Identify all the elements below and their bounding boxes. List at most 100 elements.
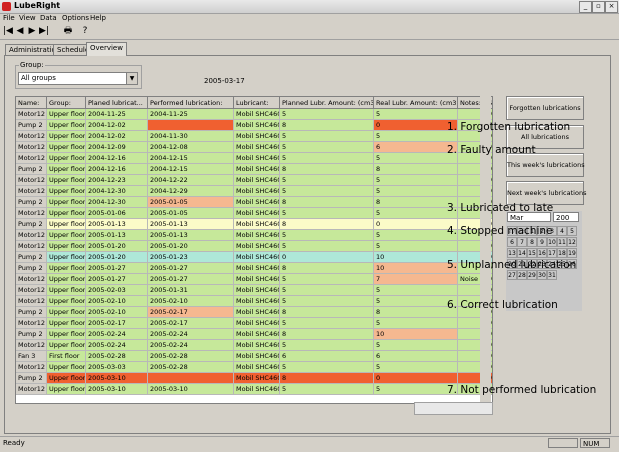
calendar-day[interactable]: 11: [557, 237, 567, 247]
column-header[interactable]: Name:: [16, 97, 47, 109]
group-select[interactable]: All groups ▼: [18, 72, 138, 85]
menu-help[interactable]: Help: [90, 14, 106, 22]
table-cell-lubricant: Mobil SHC460: [234, 274, 280, 285]
calendar-day[interactable]: 17: [547, 248, 557, 258]
table-row[interactable]: Motor12 Upper floor 2004-12-23 2004-12-22 Mo…: [16, 175, 492, 186]
maximize-button[interactable]: ▫: [592, 1, 605, 13]
menu-data[interactable]: Data: [40, 14, 57, 22]
table-cell-group: Upper floor: [47, 362, 86, 373]
this-weeks-lubrications-button[interactable]: This week's lubrications: [506, 153, 585, 177]
table-cell-performed: 2005-01-13: [148, 219, 234, 230]
table-row[interactable]: Motor12 Upper floor 2005-01-13 2005-01-13 Mo…: [16, 230, 492, 241]
calendar-day[interactable]: 12: [567, 237, 577, 247]
table-cell-performed: 2005-02-17: [148, 318, 234, 329]
table-cell-plan-amt: 5: [280, 241, 374, 252]
calendar-day[interactable]: 18: [557, 248, 567, 258]
table-cell-lubricant: Mobil SHC460: [234, 362, 280, 373]
column-header[interactable]: Lubricant:: [234, 97, 280, 109]
chevron-down-icon[interactable]: ▼: [126, 73, 137, 84]
table-row[interactable]: Motor12 Upper floor 2005-03-10 2005-03-10 Mo…: [16, 384, 492, 395]
table-row[interactable]: Motor12 Upper floor 2004-11-25 2004-11-25 Mo…: [16, 109, 492, 120]
table-row[interactable]: Motor12 Upper floor 2005-01-27 2005-01-27 Mo…: [16, 274, 492, 285]
column-header[interactable]: Planned Lubr. Amount: (cm3):: [280, 97, 374, 109]
table-row[interactable]: Motor12 Upper floor 2005-01-06 2005-01-05 Mo…: [16, 208, 492, 219]
menu-file[interactable]: File: [3, 14, 15, 22]
column-header[interactable]: Planed lubricat...: [86, 97, 148, 109]
table-row[interactable]: Motor12 Upper floor 2004-12-02 2004-11-30 Mo…: [16, 131, 492, 142]
table-row[interactable]: Motor12 Upper floor 2004-12-16 2004-12-15 Mo…: [16, 153, 492, 164]
table-row[interactable]: Motor12 Upper floor 2004-12-30 2004-12-29 Mo…: [16, 186, 492, 197]
table-row[interactable]: Pump 2 Upper floor 2004-12-16 2004-12-15 Mob…: [16, 164, 492, 175]
table-cell-performed: 2004-12-15: [148, 153, 234, 164]
calendar-day[interactable]: 16: [537, 248, 547, 258]
first-record-icon[interactable]: |◀: [3, 26, 13, 36]
vertical-scrollbar[interactable]: [480, 96, 491, 402]
table-row[interactable]: Motor12 Upper floor 2005-03-03 2005-02-28 Mo…: [16, 362, 492, 373]
annotation-late: 3. Lubricated to late: [447, 202, 554, 214]
last-record-icon[interactable]: ▶|: [39, 26, 49, 36]
table-row[interactable]: Pump 2 Upper floor 2004-12-30 2005-01-05 Mob…: [16, 197, 492, 208]
table-row[interactable]: Motor12 Upper floor 2005-02-17 2005-02-17 Mo…: [16, 318, 492, 329]
calendar-day[interactable]: 31: [547, 270, 557, 280]
date-label: 2005-03-17: [204, 77, 245, 85]
table-cell-group: Upper floor: [47, 340, 86, 351]
prev-record-icon[interactable]: ◀: [15, 26, 25, 36]
horizontal-scrollbar[interactable]: [414, 402, 493, 415]
table-row[interactable]: Pump 2 Upper floor 2005-01-27 2005-01-27 Mob…: [16, 263, 492, 274]
column-header[interactable]: Performed lubrication:: [148, 97, 234, 109]
table-row[interactable]: Motor12 Upper floor 2005-01-20 2005-01-20 Mo…: [16, 241, 492, 252]
table-row[interactable]: Motor12 Upper floor 2005-02-03 2005-01-31 Mo…: [16, 285, 492, 296]
calendar-day[interactable]: 9: [537, 237, 547, 247]
calendar-day[interactable]: 5: [567, 226, 577, 236]
forgotten-lubrications-button[interactable]: Forgotten lubrications: [506, 96, 584, 120]
table-cell-performed: 2005-01-05: [148, 208, 234, 219]
calendar-day[interactable]: 13: [507, 248, 517, 258]
column-header[interactable]: Group:: [47, 97, 86, 109]
table-cell-plan-amt: 5: [280, 109, 374, 120]
table-row[interactable]: Pump 2 Upper floor 2005-03-10 Mobil SHC460 8…: [16, 373, 492, 384]
table-cell-performed: 2005-02-10: [148, 296, 234, 307]
calendar-day[interactable]: 14: [517, 248, 527, 258]
table-row[interactable]: Pump 2 Upper floor 2004-12-02 Mobil SHC460 8…: [16, 120, 492, 131]
print-icon[interactable]: 🖶: [63, 26, 73, 36]
calendar-day[interactable]: 19: [567, 248, 577, 258]
calendar-day[interactable]: 4: [557, 226, 567, 236]
table-cell-planned: 2004-12-16: [86, 153, 148, 164]
tab-overview[interactable]: Overview: [86, 42, 127, 56]
table-row[interactable]: Motor12 Upper floor 2005-02-10 2005-02-10 Mo…: [16, 296, 492, 307]
minimize-button[interactable]: _: [579, 1, 592, 13]
calendar-day[interactable]: 8: [527, 237, 537, 247]
calendar-day[interactable]: 29: [527, 270, 537, 280]
table-cell-name: Pump 2: [16, 164, 47, 175]
calendar-day[interactable]: 30: [537, 270, 547, 280]
table-row[interactable]: Fan 3 First floor 2005-02-28 2005-02-28 Mobi…: [16, 351, 492, 362]
table-cell-real-amt: 5: [374, 285, 458, 296]
table-cell-group: Upper floor: [47, 307, 86, 318]
table-cell-planned: 2005-02-24: [86, 329, 148, 340]
menu-options[interactable]: Options: [62, 14, 89, 22]
table-row[interactable]: Pump 2 Upper floor 2005-02-10 2005-02-17 Mob…: [16, 307, 492, 318]
next-record-icon[interactable]: ▶: [27, 26, 37, 36]
window-title: LubeRight: [14, 1, 61, 10]
table-cell-real-amt: 5: [374, 175, 458, 186]
table-row[interactable]: Pump 2 Upper floor 2005-02-24 2005-02-24 Mob…: [16, 329, 492, 340]
app-icon: [2, 2, 11, 11]
help-icon[interactable]: ?: [80, 26, 90, 36]
calendar-day[interactable]: 15: [527, 248, 537, 258]
calendar-year-select[interactable]: 200: [553, 212, 579, 222]
calendar-day[interactable]: 6: [507, 237, 517, 247]
table-cell-plan-amt: 5: [280, 362, 374, 373]
close-button[interactable]: ×: [605, 1, 618, 13]
table-row[interactable]: Motor12 Upper floor 2004-12-09 2004-12-08 Mo…: [16, 142, 492, 153]
calendar-day[interactable]: 10: [547, 237, 557, 247]
table-row[interactable]: Pump 2 Upper floor 2005-01-13 2005-01-13 Mob…: [16, 219, 492, 230]
table-row[interactable]: Pump 2 Upper floor 2005-01-20 2005-01-23 Mob…: [16, 252, 492, 263]
menu-view[interactable]: View: [19, 14, 36, 22]
column-header[interactable]: Real Lubr. Amount: (cm3):: [374, 97, 458, 109]
table-row[interactable]: Motor12 Upper floor 2005-02-24 2005-02-24 Mo…: [16, 340, 492, 351]
calendar-day[interactable]: 7: [517, 237, 527, 247]
calendar-day[interactable]: 28: [517, 270, 527, 280]
table-cell-name: Motor12: [16, 241, 47, 252]
table-cell-real-amt: 6: [374, 351, 458, 362]
calendar-day[interactable]: 27: [507, 270, 517, 280]
